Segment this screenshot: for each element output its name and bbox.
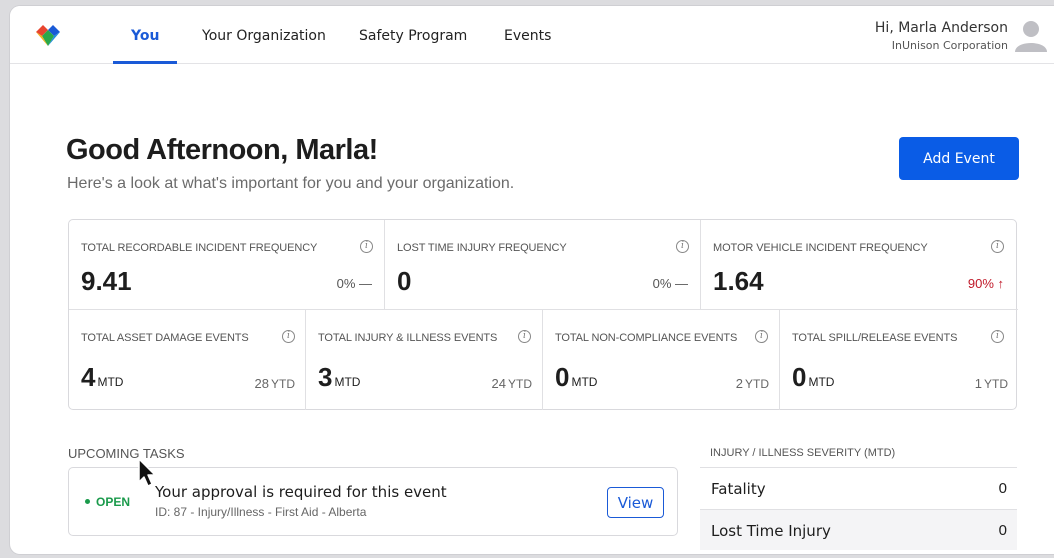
metric-mtd-value: 0 MTD (792, 362, 835, 392)
page-title: Good Afternoon, Marla! (66, 134, 378, 166)
info-icon[interactable]: i (755, 330, 768, 343)
user-menu[interactable]: Hi, Marla Anderson InUnison Corporation (875, 20, 1008, 52)
metric-lost-time-injury-frequency: LOST TIME INJURY FREQUENCY i 0 0% — (385, 220, 701, 310)
info-icon[interactable]: i (282, 330, 295, 343)
user-avatar-icon[interactable] (1014, 18, 1048, 52)
metric-change: 0% — (652, 276, 688, 291)
metric-ytd-value: 1 YTD (974, 376, 1008, 391)
tab-you[interactable]: You (112, 6, 179, 64)
metrics-panel: TOTAL RECORDABLE INCIDENT FREQUENCY i 9.… (68, 219, 1018, 410)
page-subtitle: Here's a look at what's important for yo… (67, 175, 515, 192)
metric-ytd-value: 24 YTD (491, 376, 532, 391)
info-icon[interactable]: i (991, 330, 1004, 343)
info-icon[interactable]: i (991, 240, 1004, 253)
metric-mtd-value: 0 MTD (555, 362, 598, 392)
metric-value: 1.64 (713, 266, 764, 296)
mouse-cursor-icon (138, 458, 156, 487)
view-button[interactable]: View (607, 487, 664, 518)
metric-label: TOTAL RECORDABLE INCIDENT FREQUENCY (81, 242, 318, 254)
info-icon[interactable]: i (676, 240, 689, 253)
upcoming-tasks-heading: UPCOMING TASKS (68, 446, 185, 461)
severity-value: 0 (998, 480, 1007, 497)
user-greeting: Hi, Marla Anderson (874, 20, 1008, 36)
tab-safety-program[interactable]: Safety Program (359, 6, 467, 64)
severity-value: 0 (998, 522, 1007, 539)
metric-non-compliance-events: TOTAL NON-COMPLIANCE EVENTS i 0 MTD 2 YTD (543, 310, 780, 410)
status-badge: OPEN (85, 495, 130, 509)
metric-label: TOTAL INJURY & ILLNESS EVENTS (318, 332, 498, 344)
severity-row-lost-time-injury: Lost Time Injury 0 (700, 509, 1017, 550)
metric-injury-illness-events: TOTAL INJURY & ILLNESS EVENTS i 3 MTD 24 Y… (306, 310, 543, 410)
top-nav: You Your Organization Safety Program Eve… (10, 6, 1054, 64)
metric-label: LOST TIME INJURY FREQUENCY (397, 242, 567, 254)
info-icon[interactable]: i (360, 240, 373, 253)
metric-value: 0 (397, 266, 412, 296)
add-event-button[interactable]: Add Event (899, 137, 1019, 180)
info-icon[interactable]: i (518, 330, 531, 343)
severity-row-fatality: Fatality 0 (700, 467, 1017, 508)
task-title: Your approval is required for this event (155, 483, 447, 501)
metric-label: MOTOR VEHICLE INCIDENT FREQUENCY (713, 242, 928, 254)
metric-change: 0% — (336, 276, 372, 291)
metric-asset-damage-events: TOTAL ASSET DAMAGE EVENTS i 4 MTD 28 YTD (69, 310, 306, 410)
brand-logo-icon[interactable] (34, 24, 62, 48)
tab-your-organization[interactable]: Your Organization (202, 6, 326, 64)
metric-value: 9.41 (81, 266, 132, 296)
metric-label: TOTAL ASSET DAMAGE EVENTS (81, 332, 249, 344)
severity-name: Lost Time Injury (711, 522, 831, 540)
metric-change: 90% ↑ (967, 276, 1004, 291)
status-dot-icon (85, 499, 90, 505)
app-window: You Your Organization Safety Program Eve… (10, 6, 1054, 554)
metric-spill-release-events: TOTAL SPILL/RELEASE EVENTS i 0 MTD 1 YTD (780, 310, 1018, 410)
metric-recordable-incident-frequency: TOTAL RECORDABLE INCIDENT FREQUENCY i 9.… (69, 220, 385, 310)
task-meta: ID: 87 - Injury/Illness - First Aid - Al… (155, 505, 367, 519)
severity-name: Fatality (711, 480, 766, 498)
metric-mtd-value: 4 MTD (81, 362, 124, 392)
user-organization: InUnison Corporation (891, 39, 1008, 52)
metric-mtd-value: 3 MTD (318, 362, 361, 392)
severity-heading: INJURY / ILLNESS SEVERITY (MTD) (710, 447, 896, 459)
metric-label: TOTAL NON-COMPLIANCE EVENTS (555, 332, 738, 344)
metric-ytd-value: 28 YTD (254, 376, 295, 391)
metric-ytd-value: 2 YTD (735, 376, 769, 391)
metric-label: TOTAL SPILL/RELEASE EVENTS (792, 332, 958, 344)
tab-events[interactable]: Events (504, 6, 551, 64)
metric-motor-vehicle-incident-frequency: MOTOR VEHICLE INCIDENT FREQUENCY i 1.64 … (701, 220, 1018, 310)
task-card[interactable]: OPEN Your approval is required for this … (68, 467, 678, 536)
